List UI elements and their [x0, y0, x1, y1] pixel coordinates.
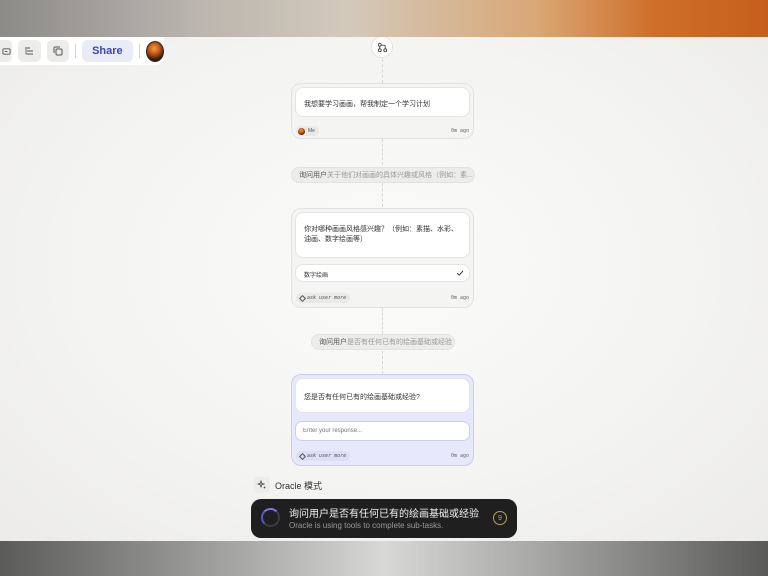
timestamp: 0m ago [450, 453, 469, 459]
panel-button[interactable] [0, 40, 13, 62]
tool-tag: ask user more [296, 451, 351, 461]
check-icon [456, 270, 464, 276]
step-text: 是否有任何已有的绘画基础或经验 [347, 339, 452, 346]
flow-connector [382, 308, 383, 334]
oracle-mode-label: Oracle 模式 [275, 480, 323, 491]
diamond-icon [298, 294, 307, 302]
answer-field[interactable]: 数字绘画 [295, 264, 470, 282]
response-input[interactable] [295, 421, 470, 441]
user-avatar[interactable] [145, 40, 164, 62]
timestamp: 0m ago [450, 295, 469, 301]
branch-button[interactable] [371, 37, 393, 58]
step-pill[interactable]: 询问用户 是否有任何已有的绘画基础或经验 [311, 334, 455, 350]
loading-spinner [261, 508, 280, 527]
subtask-count-badge[interactable]: 9 [493, 511, 507, 525]
panel-icon [2, 47, 11, 55]
flow-connector [382, 59, 383, 83]
tree-button[interactable] [18, 40, 41, 62]
step-action: 询问用户 [299, 172, 327, 179]
question-text: 你对哪种画画风格感兴趣？（例如：素描、水彩、油画、数字绘画等） [304, 226, 458, 243]
question-card[interactable]: 你对哪种画画风格感兴趣？（例如：素描、水彩、油画、数字绘画等） 数字绘画 ask… [291, 208, 474, 308]
step-action: 询问用户 [319, 339, 347, 346]
desktop-wallpaper-bottom [0, 541, 768, 576]
active-question-card[interactable]: 您是否有任何已有的绘画基础或经验? ask user more 0m ago [291, 374, 474, 466]
flow-connector [382, 183, 383, 207]
timestamp: 0m ago [450, 128, 469, 134]
step-pill[interactable]: 询问用户 关于他们对画画的具体兴趣或风格（例如：素... [291, 167, 475, 183]
user-message-card[interactable]: 我想要学习画画，帮我制定一个学习计划 Me 0m ago [291, 83, 474, 139]
copy-icon [53, 46, 63, 56]
oracle-icon-box [254, 477, 270, 493]
message-bubble: 我想要学习画画，帮我制定一个学习计划 [295, 87, 470, 117]
message-text: 我想要学习画画，帮我制定一个学习计划 [304, 101, 430, 108]
sparkle-icon [257, 480, 266, 489]
question-bubble: 你对哪种画画风格感兴趣？（例如：素描、水彩、油画、数字绘画等） [295, 212, 470, 258]
toolbar: Share [0, 37, 164, 65]
flow-connector [382, 351, 383, 374]
list-tree-icon [25, 47, 34, 55]
author-chip: Me [296, 126, 319, 136]
toolbar-divider [138, 44, 140, 58]
tool-tag-label: ask user more [307, 295, 347, 301]
copy-button[interactable] [46, 40, 70, 62]
status-title: 询问用户是否有任何已有的绘画基础或经验 [289, 509, 479, 520]
author-avatar [298, 127, 305, 135]
status-toast: 询问用户是否有任何已有的绘画基础或经验 Oracle is using tool… [251, 499, 517, 538]
flow-connector [382, 139, 383, 165]
desktop-wallpaper-top [0, 0, 768, 37]
step-text: 关于他们对画画的具体兴趣或风格（例如：素... [327, 172, 473, 179]
toolbar-divider [75, 44, 77, 58]
question-bubble: 您是否有任何已有的绘画基础或经验? [295, 378, 470, 413]
author-name: Me [308, 128, 315, 134]
tool-tag-label: ask user more [307, 453, 347, 459]
diamond-icon [298, 452, 307, 460]
answer-text: 数字绘画 [304, 273, 329, 279]
status-subtitle: Oracle is using tools to complete sub-ta… [289, 521, 444, 530]
share-button[interactable]: Share [82, 40, 133, 62]
tool-tag: ask user more [296, 293, 351, 303]
app-canvas: Share 我想要学习画画，帮我制定一个学习计划 Me 0m ago 询问用户关… [0, 37, 768, 541]
git-branch-icon [377, 42, 387, 52]
oracle-mode-toggle[interactable]: Oracle 模式 [254, 477, 322, 493]
question-text: 您是否有任何已有的绘画基础或经验? [304, 394, 420, 401]
